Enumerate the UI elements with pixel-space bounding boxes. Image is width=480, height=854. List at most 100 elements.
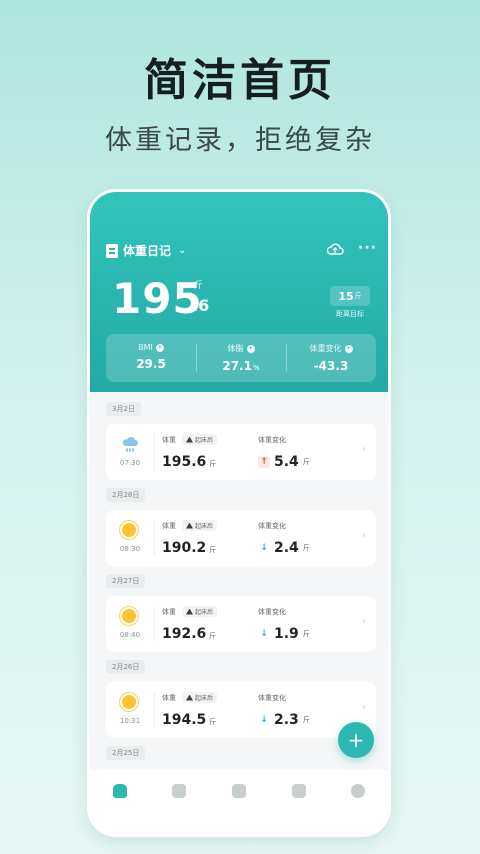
wake-tag-label: 起床后 [195,609,214,616]
more-icon[interactable]: ··· [358,241,377,255]
change-label: 体重变化 [258,436,286,444]
record-time: 07:30 [119,459,141,467]
change-label: 体重变化 [258,522,286,530]
arrow-down-icon: ↓ [260,715,268,725]
sun-icon [122,695,136,709]
bed-icon [186,436,193,443]
weight-label: 体重 [162,436,176,444]
stat-label: BMI [138,343,153,352]
record-change: 2.4 [274,540,299,556]
record-time: 08:40 [119,631,141,639]
date-chip: 2月25日 [106,746,146,760]
date-chip: 2月28日 [106,488,146,502]
date-chip: 2月26日 [106,660,146,674]
goal-distance-value: 15 [338,289,354,303]
stat-value: 29.5 [136,357,166,371]
stat-body-fat[interactable]: 体脂 • 27.1% [196,334,286,382]
record-change: 2.3 [274,712,299,728]
arrow-up-icon: ↑ [258,456,270,468]
weight-unit: 斤 [209,632,217,640]
chevron-right-icon: › [362,530,366,541]
record-time: 08:30 [119,545,141,553]
stats-panel: BMI • 29.5 体脂 • 27.1% 体重变化 • -43.3 [106,334,376,382]
add-record-button[interactable]: + [338,722,374,758]
home-icon[interactable] [112,784,127,798]
date-chip: 3月2日 [106,402,141,416]
change-unit: 斤 [302,544,310,552]
date-chip: 2月27日 [106,574,146,588]
weight-label: 体重 [162,522,176,530]
record-weight: 190.2 [162,540,207,556]
bed-icon [186,694,193,701]
current-weight-unit: 斤 [194,281,204,291]
stat-unit: % [252,364,260,372]
goal-distance-unit: 斤 [354,292,362,300]
phone-frame: 体重日记 ⌄ ··· 195 斤 .6 15 斤 距离目标 BMI • 29.5 … [90,192,388,834]
stat-value: 27.1 [222,359,252,373]
current-weight-decimal: .6 [192,296,210,315]
arrow-down-icon: ↓ [260,629,268,639]
change-unit: 斤 [302,458,310,466]
promo-title: 简洁首页 [144,55,336,106]
wake-tag: 起床后 [182,692,218,703]
stat-value: -43.3 [313,359,349,373]
sun-icon [122,609,136,623]
info-icon: • [155,343,164,352]
weight-unit: 斤 [209,546,217,554]
weight-label: 体重 [162,694,176,702]
divider [154,692,155,728]
summary-header: 体重日记 ⌄ ··· 195 斤 .6 15 斤 距离目标 BMI • 29.5 … [90,192,388,392]
app-title-dropdown[interactable]: 体重日记 ⌄ [106,242,186,259]
stat-label: 体脂 [227,344,244,353]
wake-tag-label: 起床后 [195,695,214,702]
current-weight: 195 [112,274,203,323]
weight-unit: 斤 [209,460,217,468]
calendar-icon[interactable] [231,784,246,798]
record-change: 5.4 [274,454,299,470]
bed-icon [186,522,193,529]
bottom-tab-bar [90,770,388,834]
record-card[interactable]: 08:40 体重 起床后 192.6 斤 体重变化 ↓ 1.9 斤 › [106,596,376,652]
diary-book-icon [106,243,118,258]
record-card[interactable]: 08:30 体重 起床后 190.2 斤 体重变化 ↓ 2.4 斤 › [106,510,376,566]
bed-icon [186,608,193,615]
divider [154,434,155,470]
record-card[interactable]: 07:30 体重 起床后 195.6 斤 体重变化 ↑ 5.4 斤 › [106,424,376,480]
divider [154,606,155,642]
record-time: 10:31 [119,717,141,725]
record-card[interactable]: 10:31 体重 起床后 194.5 斤 体重变化 ↓ 2.3 斤 › [106,682,376,738]
record-weight: 195.6 [162,454,207,470]
goal-distance-badge[interactable]: 15 斤 [330,286,370,306]
stat-label: 体重变化 [309,344,342,353]
change-label: 体重变化 [258,608,286,616]
rain-icon [122,436,138,452]
promo-subtitle: 体重记录，拒绝复杂 [105,125,375,156]
divider [154,520,155,556]
chevron-right-icon: › [362,702,366,713]
chevron-right-icon: › [362,444,366,455]
cloud-upload-icon[interactable] [326,242,344,256]
change-label: 体重变化 [258,694,286,702]
weight-label: 体重 [162,608,176,616]
wake-tag: 起床后 [182,606,218,617]
record-weight: 192.6 [162,626,207,642]
stat-weight-change[interactable]: 体重变化 • -43.3 [286,334,376,382]
profile-icon[interactable] [351,784,366,798]
goal-distance-label: 距离目标 [336,310,364,318]
wake-tag: 起床后 [182,520,218,531]
record-change: 1.9 [274,626,299,642]
wake-tag: 起床后 [182,434,218,445]
wake-tag-label: 起床后 [195,437,214,444]
record-weight: 194.5 [162,712,207,728]
change-unit: 斤 [302,630,310,638]
change-unit: 斤 [302,716,310,724]
weight-unit: 斤 [209,718,217,726]
chevron-down-icon: ⌄ [178,245,187,256]
app-title: 体重日记 [123,244,172,258]
chevron-right-icon: › [362,616,366,627]
stat-bmi[interactable]: BMI • 29.5 [106,334,196,382]
arrow-down-icon: ↓ [260,543,268,553]
book-icon[interactable] [291,784,306,798]
info-icon: • [246,344,255,353]
chart-icon[interactable] [172,784,187,798]
